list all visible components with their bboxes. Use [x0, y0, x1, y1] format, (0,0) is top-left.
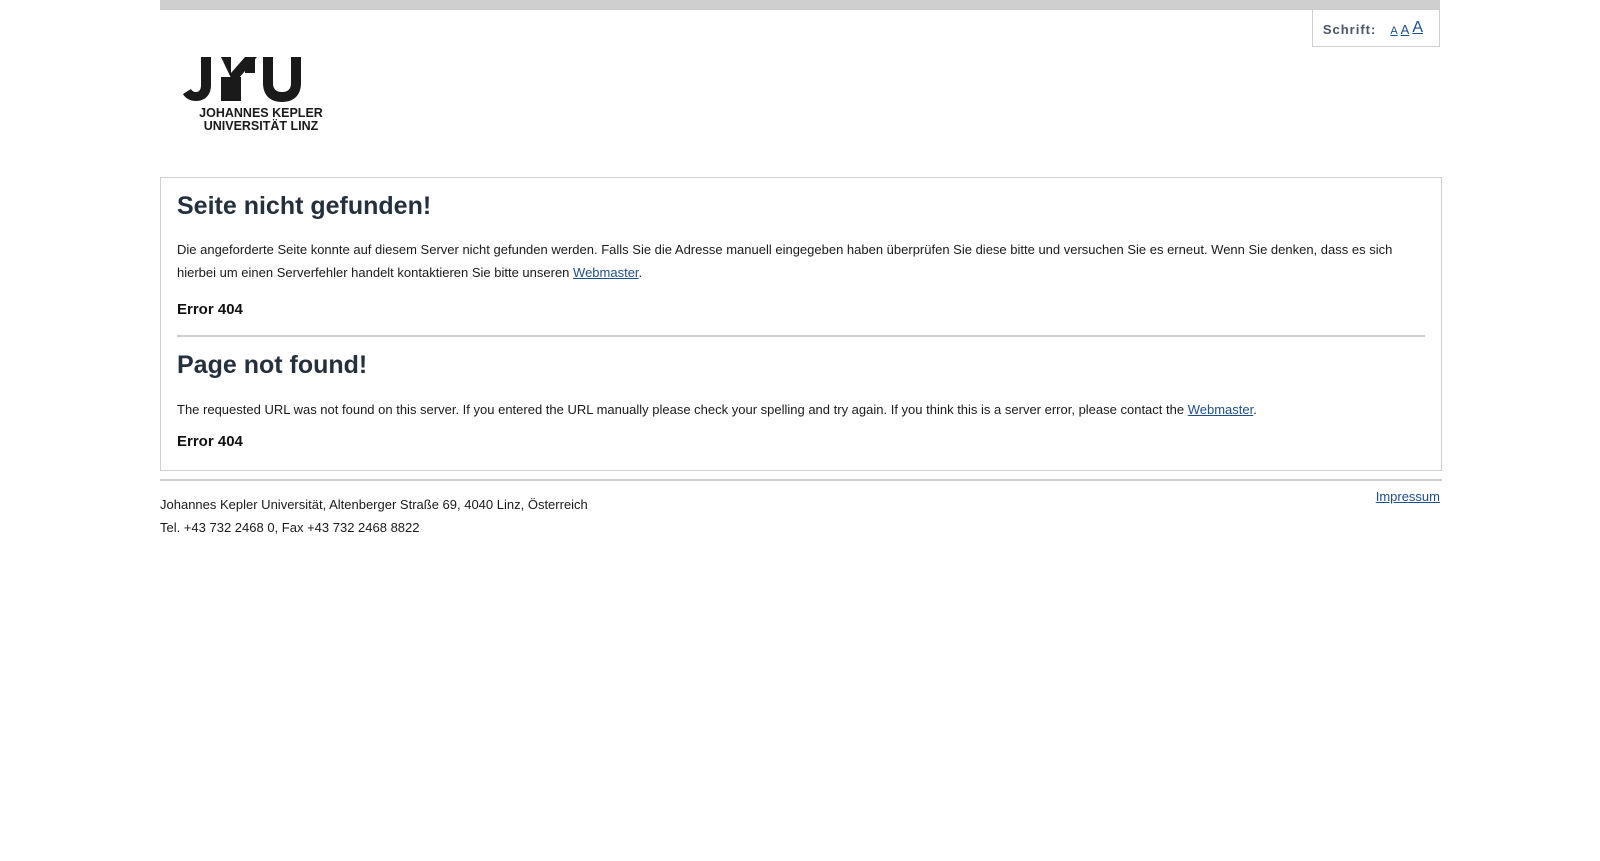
top-bar: [160, 0, 1440, 10]
font-size-label: Schrift:: [1322, 22, 1377, 37]
footer-address-block: Johannes Kepler Universität, Altenberger…: [160, 493, 588, 539]
english-webmaster-link[interactable]: Webmaster: [1188, 402, 1254, 417]
english-message: The requested URL was not found on this …: [177, 398, 1427, 421]
error-content-box: Seite nicht gefunden! Die angeforderte S…: [160, 177, 1442, 471]
english-period: .: [1253, 402, 1257, 417]
logo-line2: UNIVERSITÄT LINZ: [204, 118, 319, 133]
english-error-code: Error 404: [177, 433, 243, 450]
german-error-code: Error 404: [177, 301, 243, 318]
german-title: Seite nicht gefunden!: [177, 192, 432, 220]
jku-logo-mark: JOHANNES KEPLER UNIVERSITÄT LINZ: [183, 57, 323, 133]
font-size-switcher: Schrift: A A A: [1312, 10, 1440, 47]
font-size-large-link[interactable]: A: [1412, 19, 1423, 37]
german-message-text: Die angeforderte Seite konnte auf diesem…: [177, 242, 1393, 280]
footer-address: Johannes Kepler Universität, Altenberger…: [160, 497, 588, 512]
impressum-link[interactable]: Impressum: [1376, 489, 1440, 504]
section-divider: [177, 335, 1425, 337]
footer-divider: [160, 479, 1442, 481]
footer-phone: Tel. +43 732 2468 0, Fax +43 732 2468 88…: [160, 520, 420, 535]
german-message: Die angeforderte Seite konnte auf diesem…: [177, 238, 1427, 284]
german-webmaster-link[interactable]: Webmaster: [573, 265, 639, 280]
font-size-medium-link[interactable]: A: [1401, 22, 1410, 37]
logo-line1: JOHANNES KEPLER: [199, 106, 323, 120]
german-period: .: [638, 265, 643, 280]
english-title: Page not found!: [177, 351, 368, 379]
jku-logo[interactable]: JOHANNES KEPLER UNIVERSITÄT LINZ: [183, 55, 339, 133]
font-size-small-link[interactable]: A: [1390, 25, 1397, 37]
english-message-text: The requested URL was not found on this …: [177, 402, 1185, 417]
